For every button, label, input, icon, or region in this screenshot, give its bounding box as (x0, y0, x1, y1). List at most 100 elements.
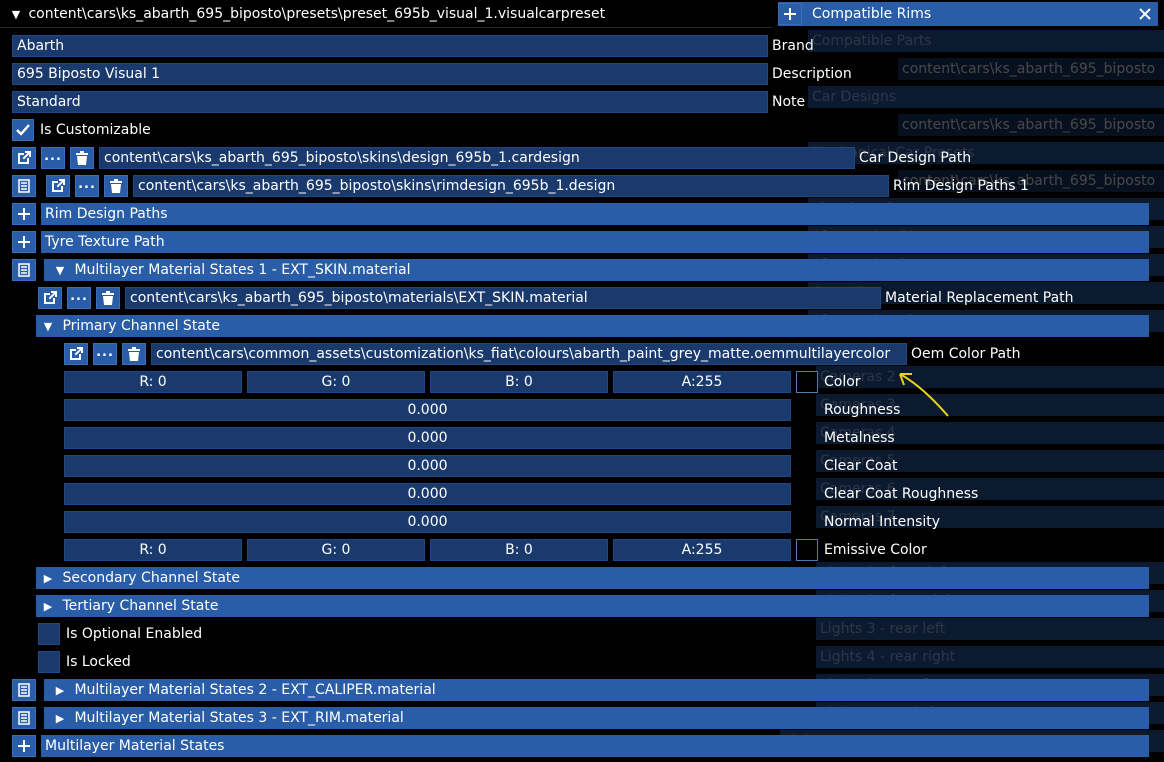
is-customizable-label: Is Customizable (40, 122, 151, 138)
collapse-triangle-icon: ▼ (55, 264, 65, 277)
primary-channel-title: Primary Channel State (62, 318, 220, 334)
multilayer-material-states-bar[interactable]: Multilayer Material States (41, 735, 1149, 757)
roughness-label: Roughness (824, 402, 901, 418)
ghost-car-designs: Car Designs (808, 86, 1164, 108)
collapse-triangle-icon[interactable]: ▼ (8, 1, 24, 29)
brand-field[interactable]: Abarth (12, 35, 768, 57)
oem-color-path-label: Oem Color Path (911, 346, 1021, 362)
is-customizable-checkbox[interactable] (12, 119, 34, 141)
delete-rim-design-button[interactable] (104, 175, 128, 197)
ghost-path-1: content\cars\ks_abarth_695_biposto (898, 58, 1164, 80)
expand-triangle-icon: ▶ (43, 572, 53, 585)
trash-icon (102, 291, 114, 305)
roughness-slider[interactable]: 0.000 (64, 399, 791, 421)
list-mls3-button[interactable] (12, 707, 36, 729)
open-oem-color-button[interactable] (64, 343, 88, 365)
is-locked-checkbox[interactable] (38, 651, 60, 673)
clear-coat-roughness-slider[interactable]: 0.000 (64, 483, 791, 505)
open-rim-design-button[interactable] (46, 175, 70, 197)
window-title-bar[interactable]: ▼ content\cars\ks_abarth_695_biposto\pre… (0, 0, 772, 28)
secondary-channel-header[interactable]: ▶ Secondary Channel State (36, 567, 1149, 589)
metalness-slider[interactable]: 0.000 (64, 427, 791, 449)
description-label: Description (772, 66, 852, 82)
mls2-header[interactable]: ▶ Multilayer Material States 2 - EXT_CAL… (44, 679, 1149, 701)
clear-coat-roughness-label: Clear Coat Roughness (824, 486, 979, 502)
list-mls2-button[interactable] (12, 679, 36, 701)
ghost-lights-3: Lights 3 - rear left (816, 618, 1164, 640)
list-mls1-button[interactable] (12, 259, 36, 281)
rim-design-paths-1-label: Rim Design Paths 1 (893, 178, 1029, 194)
emissive-g-field[interactable]: G: 0 (247, 539, 425, 561)
trash-icon (128, 347, 140, 361)
color-a-field[interactable]: A:255 (613, 371, 791, 393)
description-field[interactable]: 695 Biposto Visual 1 (12, 63, 768, 85)
expand-triangle-icon: ▶ (55, 684, 65, 697)
secondary-channel-title: Secondary Channel State (62, 570, 241, 586)
oem-color-path-field[interactable]: content\cars\common_assets\customization… (151, 343, 907, 365)
material-replacement-field[interactable]: content\cars\ks_abarth_695_biposto\mater… (125, 287, 881, 309)
rim-design-paths-bar[interactable]: Rim Design Paths (41, 203, 1149, 225)
add-rim-design-path-button[interactable] (12, 203, 36, 225)
collapse-triangle-icon: ▼ (43, 320, 53, 333)
list-icon (18, 683, 30, 697)
mls3-header[interactable]: ▶ Multilayer Material States 3 - EXT_RIM… (44, 707, 1149, 729)
tertiary-channel-title: Tertiary Channel State (62, 598, 219, 614)
plus-icon (784, 8, 796, 20)
note-label: Note (772, 94, 806, 110)
plus-icon (18, 208, 30, 220)
trash-icon (76, 151, 88, 165)
annotation-arrow-icon (899, 373, 949, 417)
mls1-header[interactable]: ▼ Multilayer Material States 1 - EXT_SKI… (44, 259, 1149, 281)
plus-icon (18, 236, 30, 248)
list-rim-design-button[interactable] (12, 175, 36, 197)
tyre-texture-path-bar[interactable]: Tyre Texture Path (41, 231, 1149, 253)
color-b-field[interactable]: B: 0 (430, 371, 608, 393)
ghost-lights-4: Lights 4 - rear right (816, 646, 1164, 668)
color-swatch[interactable] (796, 371, 818, 393)
browse-oem-color-button[interactable]: ... (93, 343, 117, 365)
checkmark-icon (16, 124, 30, 136)
browse-material-button[interactable]: ... (67, 287, 91, 309)
brand-label: Brand (772, 38, 814, 54)
clear-coat-label: Clear Coat (824, 458, 898, 474)
primary-channel-header[interactable]: ▼ Primary Channel State (36, 315, 1149, 337)
browse-car-design-button[interactable]: ... (41, 147, 65, 169)
add-mls-button[interactable] (12, 735, 36, 757)
open-external-icon (70, 347, 83, 360)
is-optional-enabled-checkbox[interactable] (38, 623, 60, 645)
metalness-label: Metalness (824, 430, 895, 446)
emissive-r-field[interactable]: R: 0 (64, 539, 242, 561)
material-replacement-label: Material Replacement Path (885, 290, 1074, 306)
car-design-path-field[interactable]: content\cars\ks_abarth_695_biposto\skins… (99, 147, 855, 169)
mls3-title: Multilayer Material States 3 - EXT_RIM.m… (74, 710, 404, 726)
clear-coat-slider[interactable]: 0.000 (64, 455, 791, 477)
ghost-cameras-2: Cameras 2 (816, 366, 1164, 388)
add-tyre-texture-button[interactable] (12, 231, 36, 253)
tertiary-channel-header[interactable]: ▶ Tertiary Channel State (36, 595, 1149, 617)
normal-intensity-slider[interactable]: 0.000 (64, 511, 791, 533)
emissive-color-swatch[interactable] (796, 539, 818, 561)
delete-oem-color-button[interactable] (122, 343, 146, 365)
emissive-b-field[interactable]: B: 0 (430, 539, 608, 561)
compatible-rims-header[interactable]: Compatible Rims (778, 2, 1158, 26)
add-rim-button[interactable] (778, 3, 802, 25)
note-field[interactable]: Standard (12, 91, 768, 113)
open-car-design-button[interactable] (12, 147, 36, 169)
plus-icon (18, 740, 30, 752)
close-icon[interactable] (1138, 7, 1152, 21)
expand-triangle-icon: ▶ (43, 600, 53, 613)
color-r-field[interactable]: R: 0 (64, 371, 242, 393)
window-title: content\cars\ks_abarth_695_biposto\prese… (28, 6, 606, 22)
delete-car-design-button[interactable] (70, 147, 94, 169)
trash-icon (110, 179, 122, 193)
normal-intensity-label: Normal Intensity (824, 514, 941, 530)
rim-design-path-field[interactable]: content\cars\ks_abarth_695_biposto\skins… (133, 175, 889, 197)
delete-material-button[interactable] (96, 287, 120, 309)
color-g-field[interactable]: G: 0 (247, 371, 425, 393)
emissive-a-field[interactable]: A:255 (613, 539, 791, 561)
open-external-icon (44, 291, 57, 304)
emissive-color-label: Emissive Color (824, 542, 927, 558)
color-label: Color (824, 374, 861, 390)
browse-rim-design-button[interactable]: ... (75, 175, 99, 197)
open-material-button[interactable] (38, 287, 62, 309)
